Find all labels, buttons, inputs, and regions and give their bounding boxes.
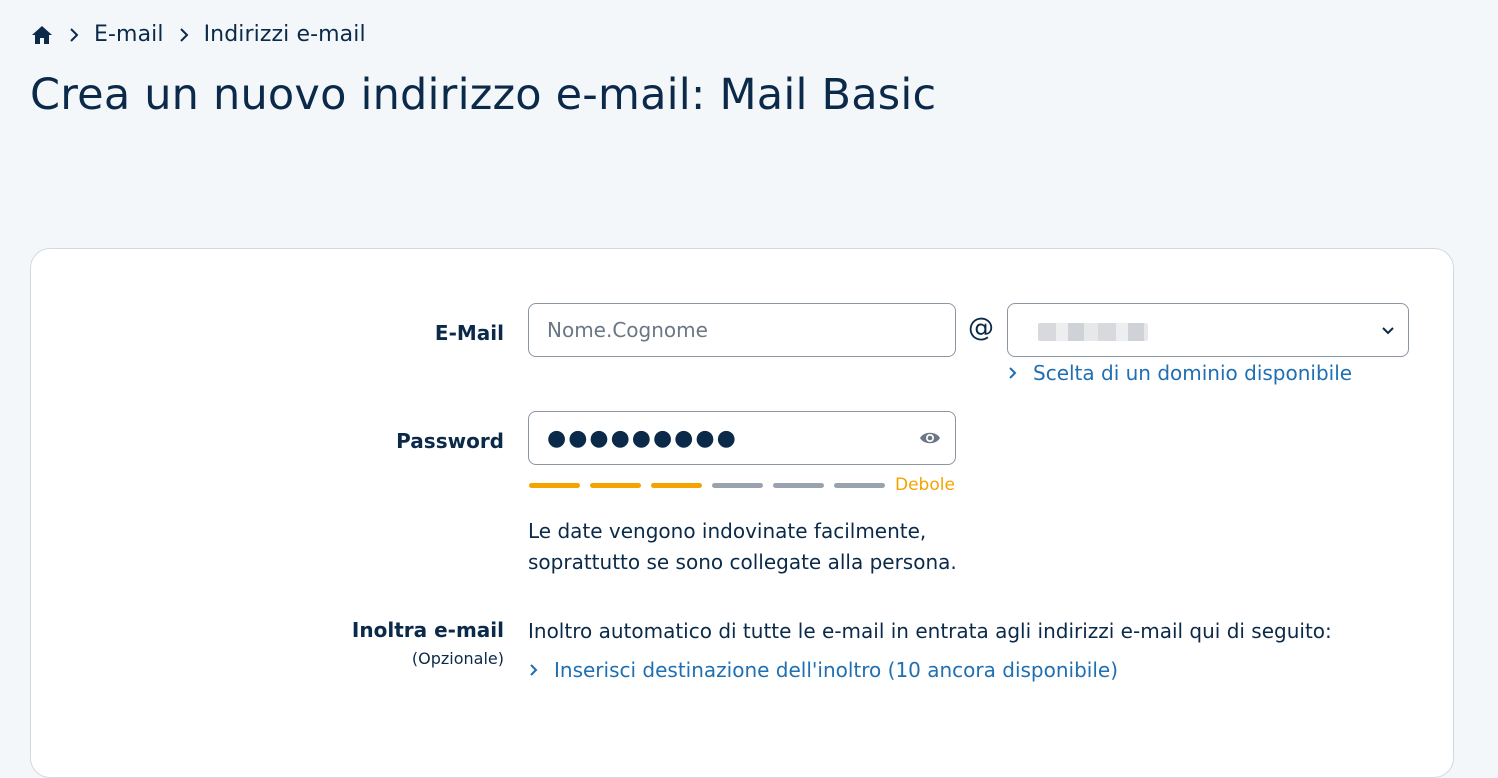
password-masked-value: ●●●●●●●●● xyxy=(547,425,738,451)
password-input[interactable]: ●●●●●●●●● xyxy=(528,411,956,465)
form-card: E-Mail Nome.Cognome @ Scelta di un domin… xyxy=(30,248,1454,778)
strength-segment xyxy=(712,482,763,488)
password-label: Password xyxy=(396,429,504,453)
choose-domain-link-text: Scelta di un dominio disponibile xyxy=(1033,361,1353,385)
choose-domain-link[interactable]: Scelta di un dominio disponibile xyxy=(1007,361,1352,385)
home-icon[interactable] xyxy=(30,23,54,47)
strength-segment xyxy=(651,482,702,488)
password-strength-meter: Debole xyxy=(529,475,955,495)
chevron-right-icon xyxy=(179,27,188,42)
password-hint-line2: soprattutto se sono collegate alla perso… xyxy=(528,550,957,574)
email-label: E-Mail xyxy=(434,321,504,345)
add-forward-destination-link[interactable]: Inserisci destinazione dell'inoltro (10 … xyxy=(528,658,1118,682)
forward-description: Inoltro automatico di tutte le e-mail in… xyxy=(528,619,1332,643)
breadcrumb: E-mail Indirizzi e-mail xyxy=(30,22,366,47)
chevron-right-icon xyxy=(70,27,79,42)
at-symbol: @ xyxy=(968,313,994,343)
strength-segment xyxy=(773,482,824,488)
forward-optional-label: (Opzionale) xyxy=(411,649,504,668)
password-hint-line1: Le date vengono indovinate facilmente, xyxy=(528,519,927,543)
breadcrumb-email[interactable]: E-mail xyxy=(94,22,164,47)
domain-value-redacted xyxy=(1038,323,1148,341)
email-local-part-input[interactable]: Nome.Cognome xyxy=(528,303,956,357)
email-placeholder: Nome.Cognome xyxy=(547,318,708,342)
page-title: Crea un nuovo indirizzo e-mail: Mail Bas… xyxy=(30,70,937,120)
chevron-down-icon xyxy=(1382,327,1394,335)
strength-segment xyxy=(590,482,641,488)
strength-segment xyxy=(529,482,580,488)
password-hint: Le date vengono indovinate facilmente, s… xyxy=(528,516,957,578)
breadcrumb-email-addresses[interactable]: Indirizzi e-mail xyxy=(204,22,366,47)
eye-icon[interactable] xyxy=(919,428,941,448)
password-strength-label: Debole xyxy=(895,475,955,495)
add-forward-destination-text: Inserisci destinazione dell'inoltro (10 … xyxy=(554,658,1119,682)
forward-label: Inoltra e-mail xyxy=(351,618,504,642)
domain-select[interactable] xyxy=(1007,303,1409,357)
chevron-right-icon xyxy=(530,664,538,676)
chevron-right-icon xyxy=(1009,367,1017,379)
strength-segment xyxy=(834,482,885,488)
